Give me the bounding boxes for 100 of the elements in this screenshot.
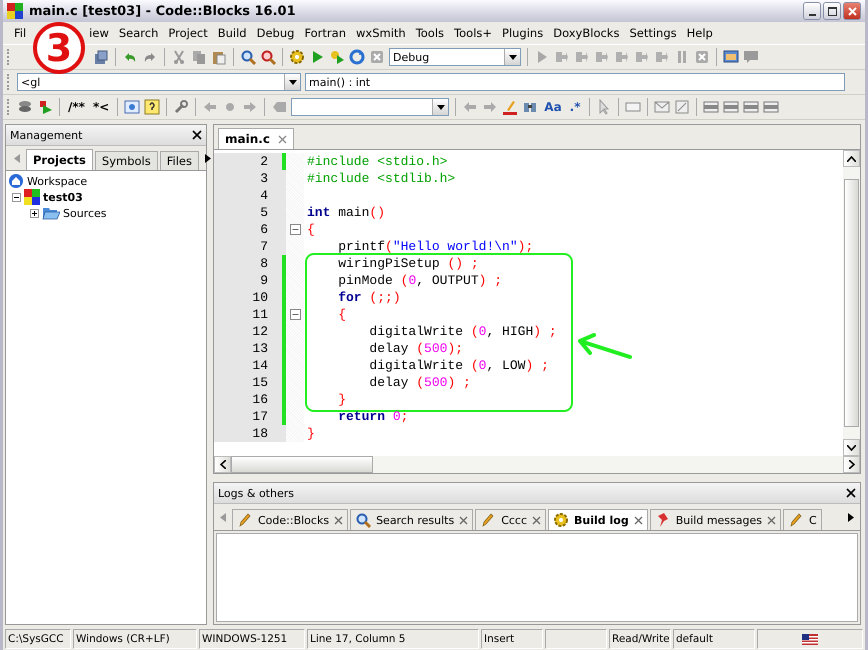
- envelope-icon[interactable]: [654, 99, 670, 115]
- expand-icon[interactable]: [30, 208, 39, 218]
- gear-icon[interactable]: [553, 512, 570, 528]
- fold-icon[interactable]: [290, 309, 300, 320]
- menu-item[interactable]: Fil: [9, 26, 26, 40]
- scope-dropdown[interactable]: <gl: [17, 73, 301, 91]
- paste-icon[interactable]: [211, 49, 227, 65]
- horizontal-scrollbar[interactable]: [214, 456, 860, 473]
- image-icon[interactable]: [674, 99, 690, 115]
- line-number: 14: [214, 357, 282, 374]
- window-icon[interactable]: [723, 49, 739, 65]
- close-icon[interactable]: [766, 516, 776, 524]
- menu-item[interactable]: Project: [163, 26, 213, 40]
- scissors-icon[interactable]: [171, 49, 187, 65]
- tab[interactable]: Projects: [26, 149, 93, 170]
- line-number: 2: [214, 153, 282, 170]
- replace-icon[interactable]: [260, 49, 276, 65]
- menu-item[interactable]: Tools+: [449, 26, 498, 40]
- search-dropdown[interactable]: [291, 98, 450, 116]
- close-icon[interactable]: [634, 516, 643, 524]
- gear-icon[interactable]: [289, 49, 305, 65]
- code-line: }: [337, 392, 346, 407]
- dropdown-arrow-icon: [288, 80, 296, 84]
- panel-icon[interactable]: [762, 99, 779, 115]
- minimize-button[interactable]: [803, 2, 821, 20]
- menu-item[interactable]: Help: [682, 26, 718, 40]
- menu-item[interactable]: wxSmith: [350, 26, 411, 40]
- log-tab[interactable]: Build messages: [650, 509, 781, 530]
- highlighter-icon[interactable]: [502, 99, 518, 115]
- code-line: printf("Hello world!\n");: [337, 239, 534, 254]
- menu-item[interactable]: Tools: [410, 26, 450, 40]
- build-run-icon[interactable]: [329, 49, 345, 65]
- help-icon[interactable]: [144, 99, 160, 115]
- panel-icon[interactable]: [742, 99, 759, 115]
- menu-item[interactable]: Fortran: [299, 26, 351, 40]
- search-icon[interactable]: [355, 512, 372, 528]
- line-number: 6: [214, 221, 282, 238]
- line-comment-button[interactable]: *<: [90, 100, 112, 114]
- maximize-icon: [828, 6, 836, 16]
- line-number: 3: [214, 170, 282, 187]
- collapse-icon[interactable]: [12, 192, 21, 202]
- disks-icon[interactable]: [93, 49, 109, 65]
- doc-comment-button[interactable]: /**: [66, 100, 87, 114]
- function-dropdown[interactable]: main() : int: [305, 73, 845, 91]
- close-icon[interactable]: [278, 134, 287, 144]
- back-icon[interactable]: [202, 99, 218, 115]
- menu-item[interactable]: Build: [212, 26, 252, 40]
- log-tab[interactable]: Code::Blocks: [232, 509, 348, 530]
- scroll-right-icon[interactable]: [848, 460, 854, 469]
- wrench-icon[interactable]: [173, 99, 190, 115]
- pencil-icon[interactable]: [237, 512, 253, 528]
- log-tab[interactable]: C: [782, 509, 822, 530]
- tag-icon[interactable]: [271, 99, 288, 115]
- log-tab[interactable]: Cccc: [475, 509, 546, 530]
- close-icon[interactable]: [459, 516, 468, 524]
- maximize-button[interactable]: [823, 2, 841, 20]
- close-button[interactable]: [192, 130, 202, 140]
- pencil-icon[interactable]: [788, 512, 804, 528]
- menu-item[interactable]: iew: [84, 26, 114, 40]
- menu-item[interactable]: Plugins: [497, 26, 548, 40]
- flag-run-icon[interactable]: [37, 99, 53, 115]
- file-tab[interactable]: main.c: [218, 128, 294, 149]
- menu-item[interactable]: Search: [114, 26, 164, 40]
- fold-icon[interactable]: [290, 224, 300, 235]
- html-icon[interactable]: [124, 99, 140, 115]
- regex-button[interactable]: .*: [568, 100, 583, 114]
- arrow-right-icon[interactable]: [482, 99, 498, 115]
- search-icon[interactable]: [240, 49, 256, 65]
- forward-icon[interactable]: [242, 99, 258, 115]
- scroll-right-icon[interactable]: [848, 512, 854, 522]
- tree-item[interactable]: Workspace: [27, 174, 88, 188]
- scroll-up-icon[interactable]: [847, 156, 856, 162]
- log-tab[interactable]: Search results: [350, 509, 474, 530]
- scroll-down-icon[interactable]: [847, 444, 856, 450]
- log-tab[interactable]: Build log: [548, 509, 648, 530]
- vertical-scrollbar[interactable]: [843, 150, 860, 456]
- tree-item[interactable]: Sources: [63, 206, 107, 220]
- menu-item[interactable]: Settings: [624, 26, 682, 40]
- line-number: 11: [214, 306, 282, 323]
- match-case-button[interactable]: Aa: [542, 100, 564, 114]
- rebuild-icon[interactable]: [349, 49, 365, 65]
- stop-icon[interactable]: [369, 49, 385, 65]
- dropdown-arrow-icon: [508, 54, 516, 60]
- stop-icon[interactable]: [694, 49, 710, 65]
- panel-icon[interactable]: [702, 99, 719, 115]
- close-icon[interactable]: [532, 516, 542, 524]
- menu-item[interactable]: Debug: [252, 26, 300, 40]
- close-icon: [848, 6, 856, 16]
- menu-item[interactable]: DoxyBlocks: [548, 26, 624, 40]
- tab[interactable]: Files: [160, 151, 199, 170]
- tree-item[interactable]: test03: [43, 190, 83, 204]
- build-target-dropdown[interactable]: Debug: [389, 48, 521, 66]
- close-icon[interactable]: [334, 516, 344, 524]
- copy-icon[interactable]: [191, 49, 207, 65]
- status-field: Line 17, Column 5: [307, 629, 479, 649]
- close-button[interactable]: [846, 488, 856, 498]
- panel-icon[interactable]: [722, 99, 739, 115]
- stack-icon[interactable]: [17, 99, 33, 115]
- scroll-left-icon[interactable]: [220, 460, 226, 469]
- tab[interactable]: Symbols: [94, 151, 158, 170]
